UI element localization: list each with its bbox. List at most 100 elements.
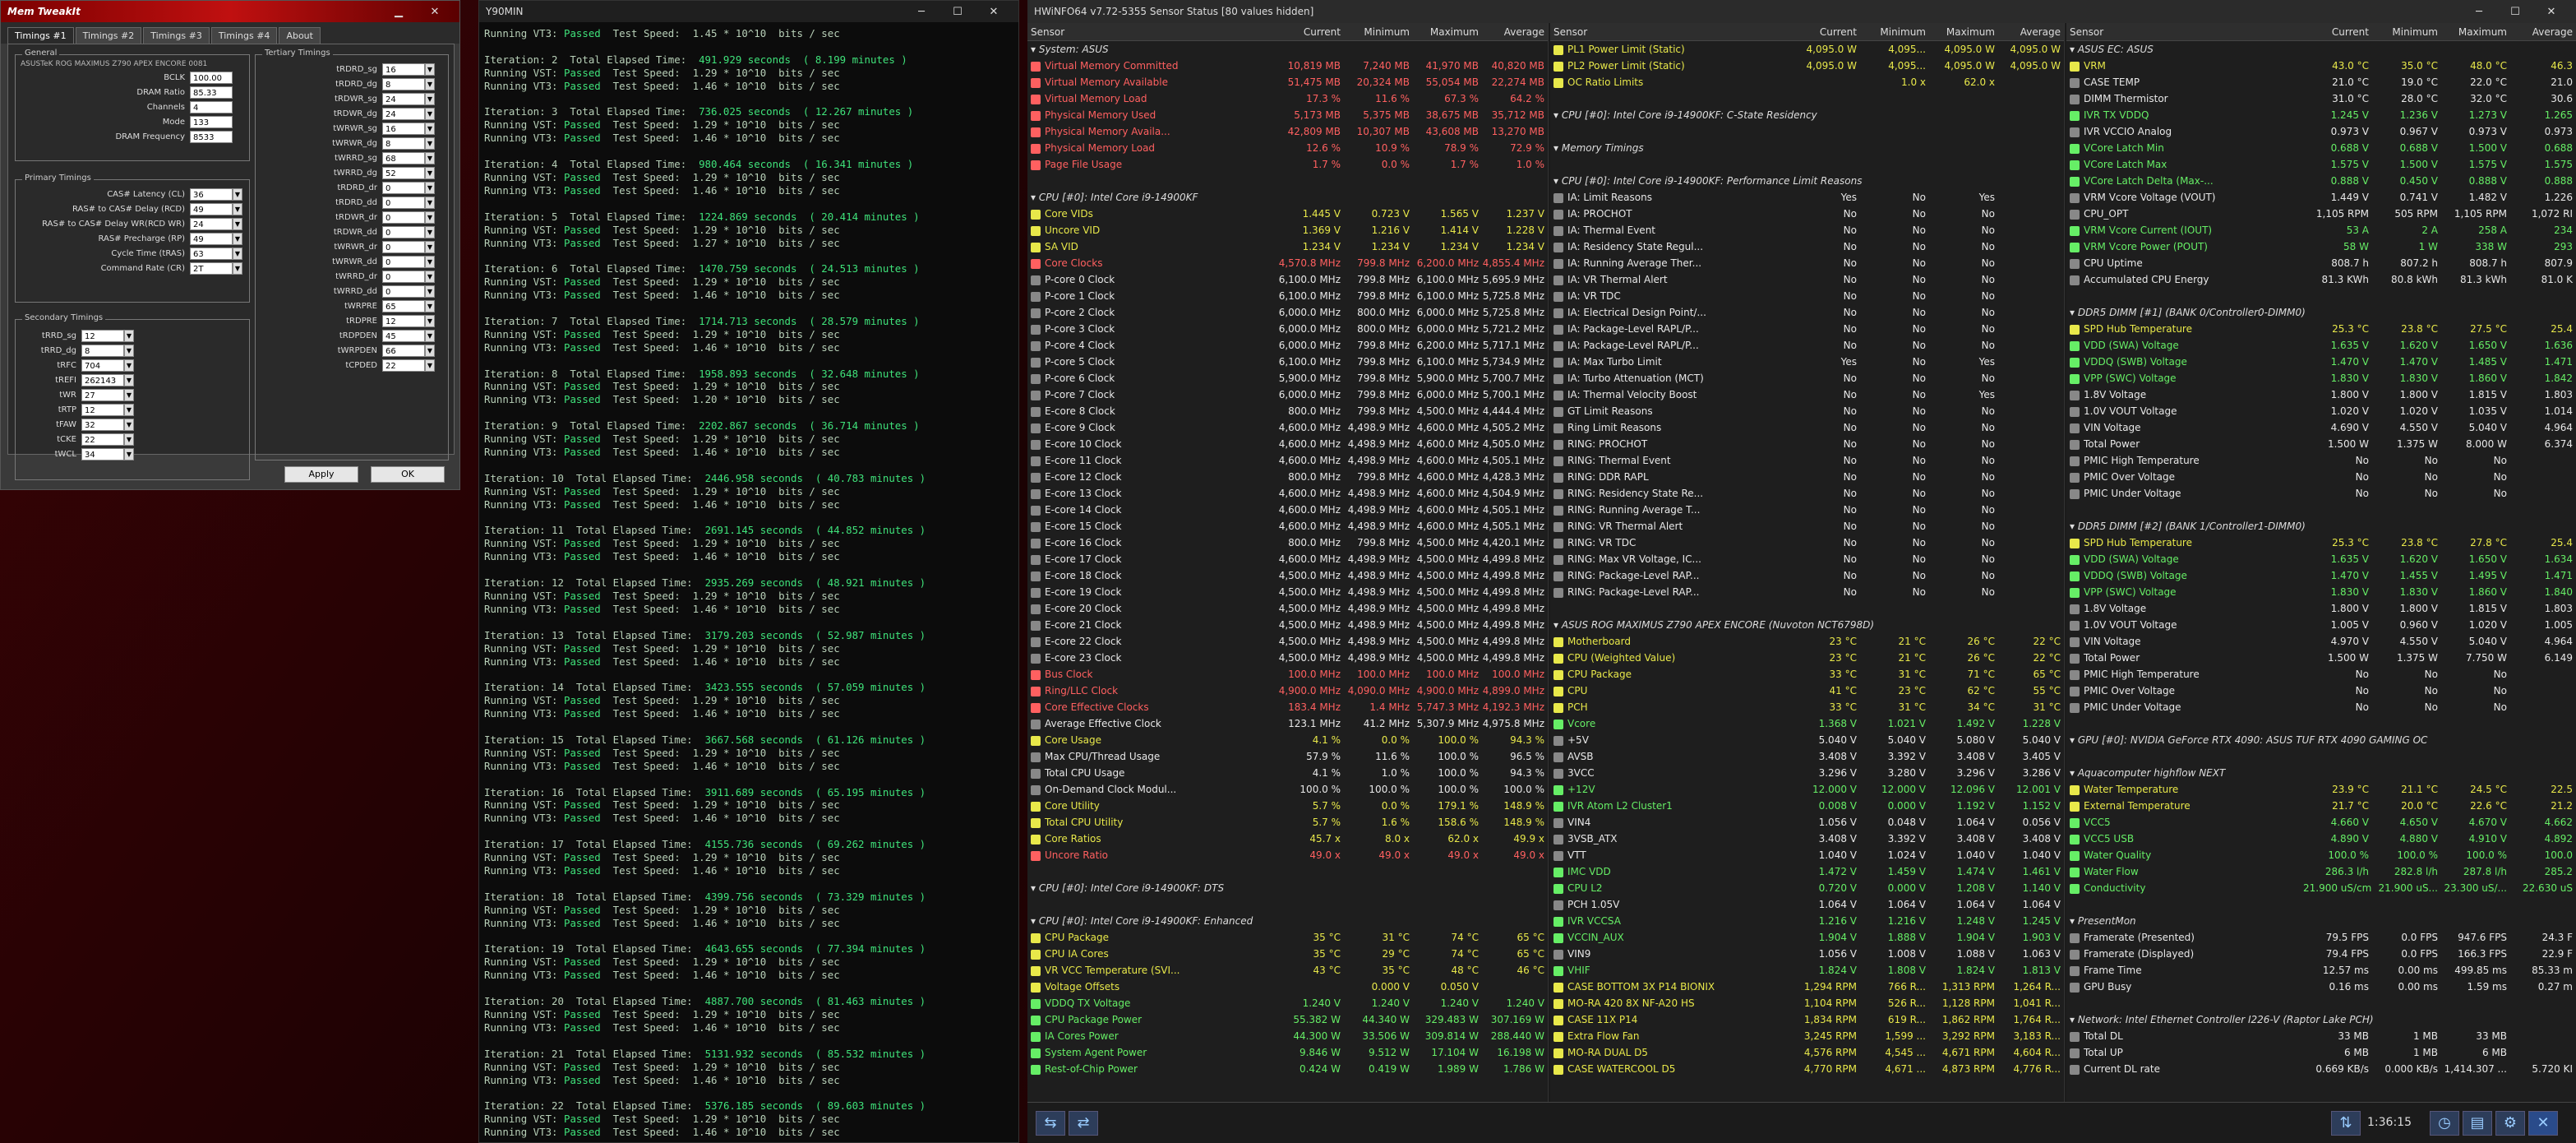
sensor-row[interactable]: PMIC High Temperature No No No <box>2066 452 2576 469</box>
sensor-row[interactable]: P-core 4 Clock 6,000.0 MHz 799.8 MHz 6,200.… <box>1027 337 1548 354</box>
sensor-row[interactable]: Current DL rate 0.669 KB/s 0.000 KB/s 1,414… <box>2066 1061 2576 1077</box>
sensor-row[interactable]: Core VIDs 1.445 V 0.723 V 1.565 V 1.237 V <box>1027 206 1548 222</box>
sensor-group-header[interactable] <box>1550 600 2064 617</box>
timing-value-field[interactable]: 32 <box>81 418 124 431</box>
chevron-down-icon[interactable]: ▼ <box>425 314 435 327</box>
timing-value-field[interactable]: 24 <box>382 107 425 120</box>
sensor-row[interactable]: VPP (SWC) Voltage 1.830 V 1.830 V 1.860 V 1.… <box>2066 584 2576 600</box>
chevron-down-icon[interactable]: ▼ <box>233 232 242 245</box>
sensor-row[interactable]: Voltage Offsets 0.000 V 0.050 V <box>1027 979 1548 995</box>
sensor-row[interactable]: IA: Thermal Event No No No <box>1550 222 2064 238</box>
timing-value-field[interactable]: 0 <box>382 181 425 194</box>
chevron-down-icon[interactable]: ▼ <box>124 329 134 342</box>
timing-value-field[interactable]: 85.33 <box>190 86 233 99</box>
tab-timings-1[interactable]: Timings #1 <box>7 27 74 44</box>
sensor-row[interactable]: CASE BOTTOM 3X P14 BIONIX 1,294 RPM 766 R.… <box>1550 979 2064 995</box>
chevron-down-icon[interactable]: ▼ <box>124 373 134 386</box>
sensor-row[interactable]: CASE 11X P14 1,834 RPM 619 R... 1,862 RPM 1,… <box>1550 1011 2064 1028</box>
close-icon[interactable]: ✕ <box>976 1 1012 22</box>
sensor-row[interactable]: E-core 19 Clock 4,500.0 MHz 4,498.9 MHz 4,5… <box>1027 584 1548 600</box>
sensor-row[interactable]: Total CPU Usage 4.1 % 1.0 % 100.0 % 94.3 % <box>1027 765 1548 781</box>
sensor-row[interactable]: E-core 22 Clock 4,500.0 MHz 4,498.9 MHz 4,5… <box>1027 633 1548 650</box>
timing-value-field[interactable]: 0 <box>382 225 425 238</box>
tab-timings-4[interactable]: Timings #4 <box>210 27 278 44</box>
timing-value-field[interactable]: 34 <box>81 447 124 460</box>
sensor-row[interactable]: SA VID 1.234 V 1.234 V 1.234 V 1.234 V <box>1027 238 1548 255</box>
sensor-row[interactable]: IA: Max Turbo Limit Yes No Yes <box>1550 354 2064 370</box>
sensor-row[interactable]: VCC5 USB 4.890 V 4.880 V 4.910 V 4.892 <box>2066 831 2576 847</box>
sensor-group-header[interactable] <box>2066 715 2576 732</box>
navigate-back-icon[interactable]: ⇆ <box>1036 1111 1065 1136</box>
timing-value-field[interactable]: 8 <box>382 77 425 90</box>
sensor-row[interactable]: VCore Latch Delta (Max-... 0.888 V 0.450 V… <box>2066 173 2576 189</box>
sensor-row[interactable]: Total CPU Utility 5.7 % 1.6 % 158.6 % 148.9 … <box>1027 814 1548 831</box>
sensor-group-header[interactable]: ▾ CPU [#0]: Intel Core i9-14900KF <box>1027 189 1548 206</box>
sensor-row[interactable]: Virtual Memory Available 51,475 MB 20,324 … <box>1027 74 1548 90</box>
apply-button[interactable]: Apply <box>284 466 358 483</box>
clock-icon[interactable]: ◷ <box>2430 1111 2459 1136</box>
chevron-down-icon[interactable]: ▼ <box>425 359 435 372</box>
sensor-row[interactable]: SPD Hub Temperature 25.3 °C 23.8 °C 27.5 °C… <box>2066 321 2576 337</box>
sensor-row[interactable]: Total Power 1.500 W 1.375 W 7.750 W 6.149 <box>2066 650 2576 666</box>
sensor-row[interactable]: IA: Package-Level RAPL/P... No No No <box>1550 321 2064 337</box>
sensor-row[interactable]: 1.8V Voltage 1.800 V 1.800 V 1.815 V 1.803 <box>2066 600 2576 617</box>
sensor-group-header[interactable]: ▾ ASUS EC: ASUS <box>2066 41 2576 58</box>
sensor-group-header[interactable] <box>1550 90 2064 107</box>
sensor-row[interactable]: E-core 14 Clock 4,600.0 MHz 4,498.9 MHz 4,6… <box>1027 502 1548 518</box>
timing-value-field[interactable]: 66 <box>382 344 425 357</box>
sensor-row[interactable]: E-core 11 Clock 4,600.0 MHz 4,498.9 MHz 4,6… <box>1027 452 1548 469</box>
sensor-row[interactable]: E-core 16 Clock 800.0 MHz 799.8 MHz 4,500.0… <box>1027 534 1548 551</box>
sensor-row[interactable]: P-core 1 Clock 6,100.0 MHz 799.8 MHz 6,100.… <box>1027 288 1548 304</box>
sensor-row[interactable]: Motherboard 23 °C 21 °C 26 °C 22 °C <box>1550 633 2064 650</box>
header-current[interactable]: Current <box>2303 26 2372 38</box>
sensor-row[interactable]: Vcore 1.368 V 1.021 V 1.492 V 1.228 V <box>1550 715 2064 732</box>
sensor-row[interactable]: Max CPU/Thread Usage 57.9 % 11.6 % 100.0 % 9… <box>1027 748 1548 765</box>
sensor-row[interactable]: CPU 41 °C 23 °C 62 °C 55 °C <box>1550 683 2064 699</box>
console-titlebar[interactable]: Y90MIN ─ ☐ ✕ <box>479 1 1018 22</box>
close-icon[interactable]: ✕ <box>2533 1 2569 22</box>
sensor-group-header[interactable]: ▾ Aquacomputer highflow NEXT <box>2066 765 2576 781</box>
settings-icon[interactable]: ⚙ <box>2495 1111 2525 1136</box>
sensor-column-2[interactable]: Sensor Current Minimum Maximum Average PL1 Po… <box>1550 23 2065 1102</box>
header-average[interactable]: Average <box>1482 26 1548 38</box>
sensor-row[interactable]: PMIC Over Voltage No No No <box>2066 469 2576 485</box>
sensor-row[interactable]: CPU Package Power 55.382 W 44.340 W 329.483… <box>1027 1011 1548 1028</box>
sensor-row[interactable]: CASE WATERCOOL D5 4,770 RPM 4,671 ... 4,873… <box>1550 1061 2064 1077</box>
sensor-row[interactable]: VRM 43.0 °C 35.0 °C 48.0 °C 46.3 <box>2066 58 2576 74</box>
sensor-row[interactable]: Bus Clock 100.0 MHz 100.0 MHz 100.0 MHz 100.… <box>1027 666 1548 683</box>
sensor-row[interactable]: CPU_OPT 1,105 RPM 505 RPM 1,105 RPM 1,072 RI <box>2066 206 2576 222</box>
timing-value-field[interactable]: 704 <box>81 359 124 372</box>
sensor-row[interactable]: Page File Usage 1.7 % 0.0 % 1.7 % 1.0 % <box>1027 156 1548 173</box>
chevron-down-icon[interactable]: ▼ <box>233 187 242 201</box>
header-sensor[interactable]: Sensor <box>1027 26 1275 38</box>
sensor-row[interactable]: VPP (SWC) Voltage 1.830 V 1.830 V 1.860 V 1.… <box>2066 370 2576 386</box>
sensor-row[interactable]: IVR VCCIO Analog 0.973 V 0.967 V 0.973 V 0.9… <box>2066 123 2576 140</box>
sensor-row[interactable]: IA: VR Thermal Alert No No No <box>1550 271 2064 288</box>
timing-value-field[interactable]: 52 <box>382 166 425 179</box>
sensor-row[interactable]: Core Ratios 45.7 x 8.0 x 62.0 x 49.9 x <box>1027 831 1548 847</box>
chevron-down-icon[interactable]: ▼ <box>233 217 242 230</box>
sensor-row[interactable]: IVR Atom L2 Cluster1 0.008 V 0.000 V 1.192 … <box>1550 798 2064 814</box>
chevron-down-icon[interactable]: ▼ <box>425 122 435 135</box>
sensor-row[interactable]: RING: Package-Level RAP... No No No <box>1550 584 2064 600</box>
sensor-group-header[interactable]: ▾ ASUS ROG MAXIMUS Z790 APEX ENCORE (Nuv… <box>1550 617 2064 633</box>
sensor-row[interactable]: E-core 17 Clock 4,600.0 MHz 4,498.9 MHz 4,5… <box>1027 551 1548 567</box>
sensor-row[interactable]: VHIF 1.824 V 1.808 V 1.824 V 1.813 V <box>1550 962 2064 979</box>
sensor-row[interactable]: Conductivity 21.900 uS/cm 21.900 uS... 23.3… <box>2066 880 2576 896</box>
timing-value-field[interactable]: 45 <box>382 329 425 342</box>
sensor-row[interactable]: Core Utility 5.7 % 0.0 % 179.1 % 148.9 % <box>1027 798 1548 814</box>
report-icon[interactable]: ▤ <box>2463 1111 2492 1136</box>
chevron-down-icon[interactable]: ▼ <box>425 166 435 179</box>
chevron-down-icon[interactable]: ▼ <box>425 77 435 90</box>
minimize-icon[interactable]: ▁ <box>381 1 417 22</box>
sensor-row[interactable]: Core Effective Clocks 183.4 MHz 1.4 MHz 5,7… <box>1027 699 1548 715</box>
sensor-row[interactable]: PMIC Under Voltage No No No <box>2066 485 2576 502</box>
sensor-row[interactable]: VRM Vcore Current (IOUT) 53 A 2 A 258 A 234 <box>2066 222 2576 238</box>
sensor-row[interactable]: Framerate (Displayed) 79.4 FPS 0.0 FPS 166.… <box>2066 946 2576 962</box>
sensor-row[interactable]: E-core 20 Clock 4,500.0 MHz 4,498.9 MHz 4,5… <box>1027 600 1548 617</box>
timing-value-field[interactable]: 8 <box>382 137 425 150</box>
timing-value-field[interactable]: 16 <box>382 122 425 135</box>
sensor-row[interactable]: CPU Package 35 °C 31 °C 74 °C 65 °C <box>1027 929 1548 946</box>
sensor-row[interactable]: RING: VR TDC No No No <box>1550 534 2064 551</box>
timing-value-field[interactable]: 0 <box>382 270 425 283</box>
